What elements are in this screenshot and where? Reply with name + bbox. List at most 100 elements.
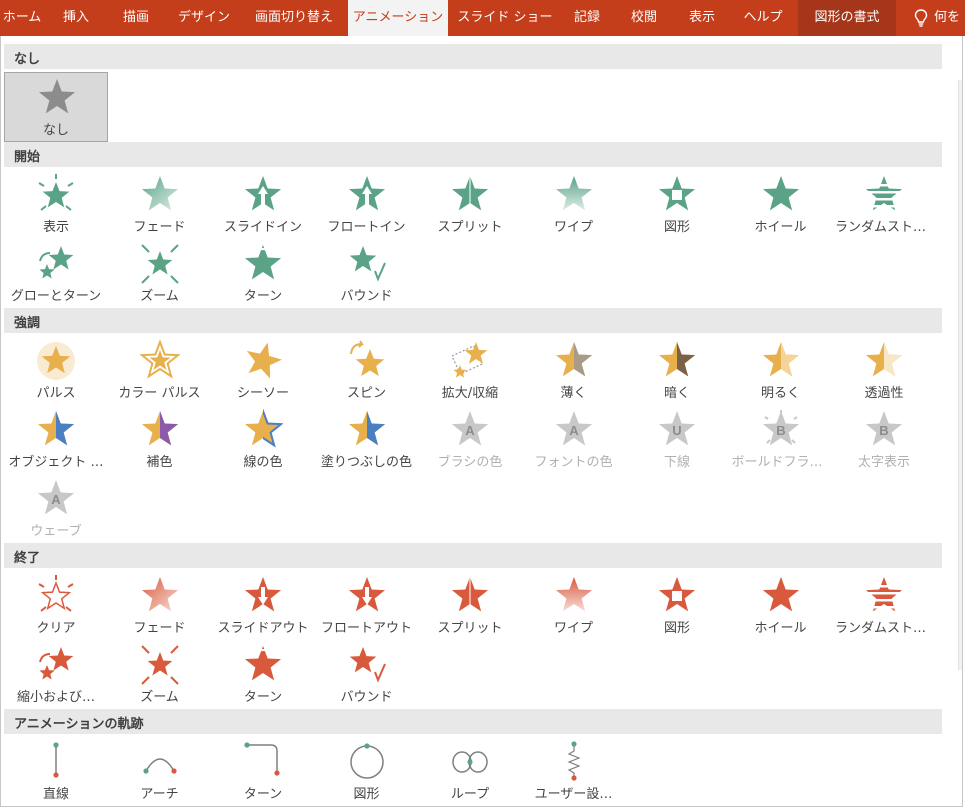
tab-insert[interactable]: 挿入 <box>48 0 104 36</box>
exit-effect-wheel[interactable]: ホイール <box>729 571 833 641</box>
grow-shrink-icon <box>451 342 488 378</box>
path-effect-path-turn[interactable]: ターン <box>211 737 315 806</box>
path-arc-icon <box>142 758 177 774</box>
tab-home[interactable]: ホーム <box>0 0 44 36</box>
tab-view[interactable]: 表示 <box>674 0 730 36</box>
fill-color-icon <box>348 411 385 446</box>
tab-help[interactable]: ヘルプ <box>732 0 794 36</box>
tab-review[interactable]: 校閲 <box>616 0 672 36</box>
effect-label: 線の色 <box>243 455 283 470</box>
exit-effect-split[interactable]: スプリット <box>418 571 522 641</box>
emphasis-effect-complementary-color[interactable]: 補色 <box>108 405 212 475</box>
emphasis-effect-fill-color[interactable]: 塗りつぶしの色 <box>315 405 419 475</box>
section-title: 開始 <box>14 150 41 165</box>
section-title: 強調 <box>14 316 41 331</box>
path-effect-path-custom[interactable]: ユーザー設… <box>522 737 626 806</box>
emphasis-effect-color-pulse[interactable]: カラー パルス <box>108 336 212 406</box>
exit-effect-random-bars[interactable]: ランダムストラ… <box>832 571 936 641</box>
exit-effect-float-out[interactable]: フロートアウト <box>315 571 419 641</box>
entrance-effect-wipe[interactable]: ワイプ <box>522 170 626 240</box>
path-effect-path-shape[interactable]: 図形 <box>315 737 419 806</box>
tab-record[interactable]: 記録 <box>560 0 614 36</box>
path-effect-path-loop[interactable]: ループ <box>418 737 522 806</box>
none-effect-star-none[interactable]: なし <box>4 72 108 142</box>
section-header-path: アニメーションの軌跡 <box>4 709 942 734</box>
entrance-effect-zoom[interactable]: ズーム <box>108 239 212 309</box>
tab-design[interactable]: デザイン <box>166 0 242 36</box>
path-turn-icon <box>244 742 280 776</box>
section-header-none: なし <box>4 44 942 69</box>
entrance-effect-float-in[interactable]: フロートイン <box>315 170 419 240</box>
exit-effect-fade[interactable]: フェード <box>108 571 212 641</box>
emphasis-effect-line-color[interactable]: 線の色 <box>211 405 315 475</box>
effect-label: 縮小および… <box>16 690 95 705</box>
entrance-effect-fly-in[interactable]: スライドイン <box>211 170 315 240</box>
fly-in-icon <box>244 176 282 211</box>
zoom-icon <box>140 244 179 284</box>
entrance-effect-bounce[interactable]: バウンド <box>315 239 419 309</box>
emphasis-effect-desaturate[interactable]: 薄く <box>522 336 626 406</box>
entrance-effect-appear[interactable]: 表示 <box>4 170 108 240</box>
star-none-icon <box>38 79 76 114</box>
effect-label: ループ <box>450 787 490 802</box>
tab-transitions[interactable]: 画面切り替え <box>242 0 346 36</box>
wipe-icon <box>555 577 592 612</box>
swivel-icon <box>244 646 282 681</box>
float-in-icon <box>348 176 385 211</box>
effect-label: ズーム <box>140 289 179 304</box>
path-effect-path-arc[interactable]: アーチ <box>108 737 212 806</box>
path-custom-icon <box>566 741 581 781</box>
effect-label: ズーム <box>140 690 179 705</box>
entrance-effect-split[interactable]: スプリット <box>418 170 522 240</box>
exit-effect-swivel[interactable]: ターン <box>211 640 315 710</box>
svg-text:A: A <box>465 423 475 438</box>
emphasis-effect-spin[interactable]: スピン <box>315 336 419 406</box>
tab-animations[interactable]: アニメーション <box>348 0 448 36</box>
effect-label: 図形 <box>663 621 690 636</box>
fly-out-icon <box>244 577 282 612</box>
tab-draw[interactable]: 描画 <box>108 0 164 36</box>
effect-label: ランダムストラ… <box>835 621 936 636</box>
effect-label: ターン <box>243 787 283 802</box>
emphasis-effect-pulse[interactable]: パルス <box>4 336 108 406</box>
effect-label: オブジェクト … <box>8 455 104 470</box>
swivel-icon <box>244 245 282 280</box>
emphasis-effect-transparency[interactable]: 透過性 <box>832 336 936 406</box>
tab-shape-format[interactable]: 図形の書式 <box>798 0 896 36</box>
wipe-icon <box>555 176 592 211</box>
tell-me-search[interactable]: 何を <box>914 0 965 36</box>
path-effect-path-line[interactable]: 直線 <box>4 737 108 806</box>
exit-effect-zoom[interactable]: ズーム <box>108 640 212 710</box>
grow-turn-icon <box>39 246 74 279</box>
entrance-effect-random-bars[interactable]: ランダムストラ… <box>832 170 936 240</box>
wheel-icon <box>762 577 799 612</box>
path-shape-icon <box>349 743 384 779</box>
exit-effect-disappear[interactable]: クリア <box>4 571 108 641</box>
entrance-effect-fade[interactable]: フェード <box>108 170 212 240</box>
spin-icon <box>349 340 384 377</box>
darken-icon <box>658 342 696 377</box>
entrance-effect-shape[interactable]: 図形 <box>625 170 729 240</box>
exit-effect-shape[interactable]: 図形 <box>625 571 729 641</box>
gallery-scrollbar[interactable] <box>958 80 962 670</box>
zoom-icon <box>140 645 179 685</box>
exit-effect-shrink-turn[interactable]: 縮小および… <box>4 640 108 710</box>
exit-effect-wipe[interactable]: ワイプ <box>522 571 626 641</box>
emphasis-effect-grow-shrink[interactable]: 拡大/収縮 <box>418 336 522 406</box>
emphasis-effect-object-color[interactable]: オブジェクト … <box>4 405 108 475</box>
entrance-effect-swivel[interactable]: ターン <box>211 239 315 309</box>
color-pulse-icon <box>139 340 180 379</box>
exit-effect-fly-out[interactable]: スライドアウト <box>211 571 315 641</box>
effect-label: フロートイン <box>327 220 406 235</box>
section-title: なし <box>14 52 41 67</box>
emphasis-effect-teeter[interactable]: シーソー <box>211 336 315 406</box>
emphasis-effect-lighten[interactable]: 明るく <box>729 336 833 406</box>
path-line-icon <box>53 742 59 778</box>
effect-label: 補色 <box>146 455 173 470</box>
entrance-effect-wheel[interactable]: ホイール <box>729 170 833 240</box>
entrance-effect-grow-turn[interactable]: グローとターン <box>4 239 108 309</box>
emphasis-effect-darken[interactable]: 暗く <box>625 336 729 406</box>
exit-effect-bounce[interactable]: バウンド <box>315 640 419 710</box>
tab-slideshow[interactable]: スライド ショー <box>450 0 560 36</box>
svg-text:A: A <box>569 423 579 438</box>
